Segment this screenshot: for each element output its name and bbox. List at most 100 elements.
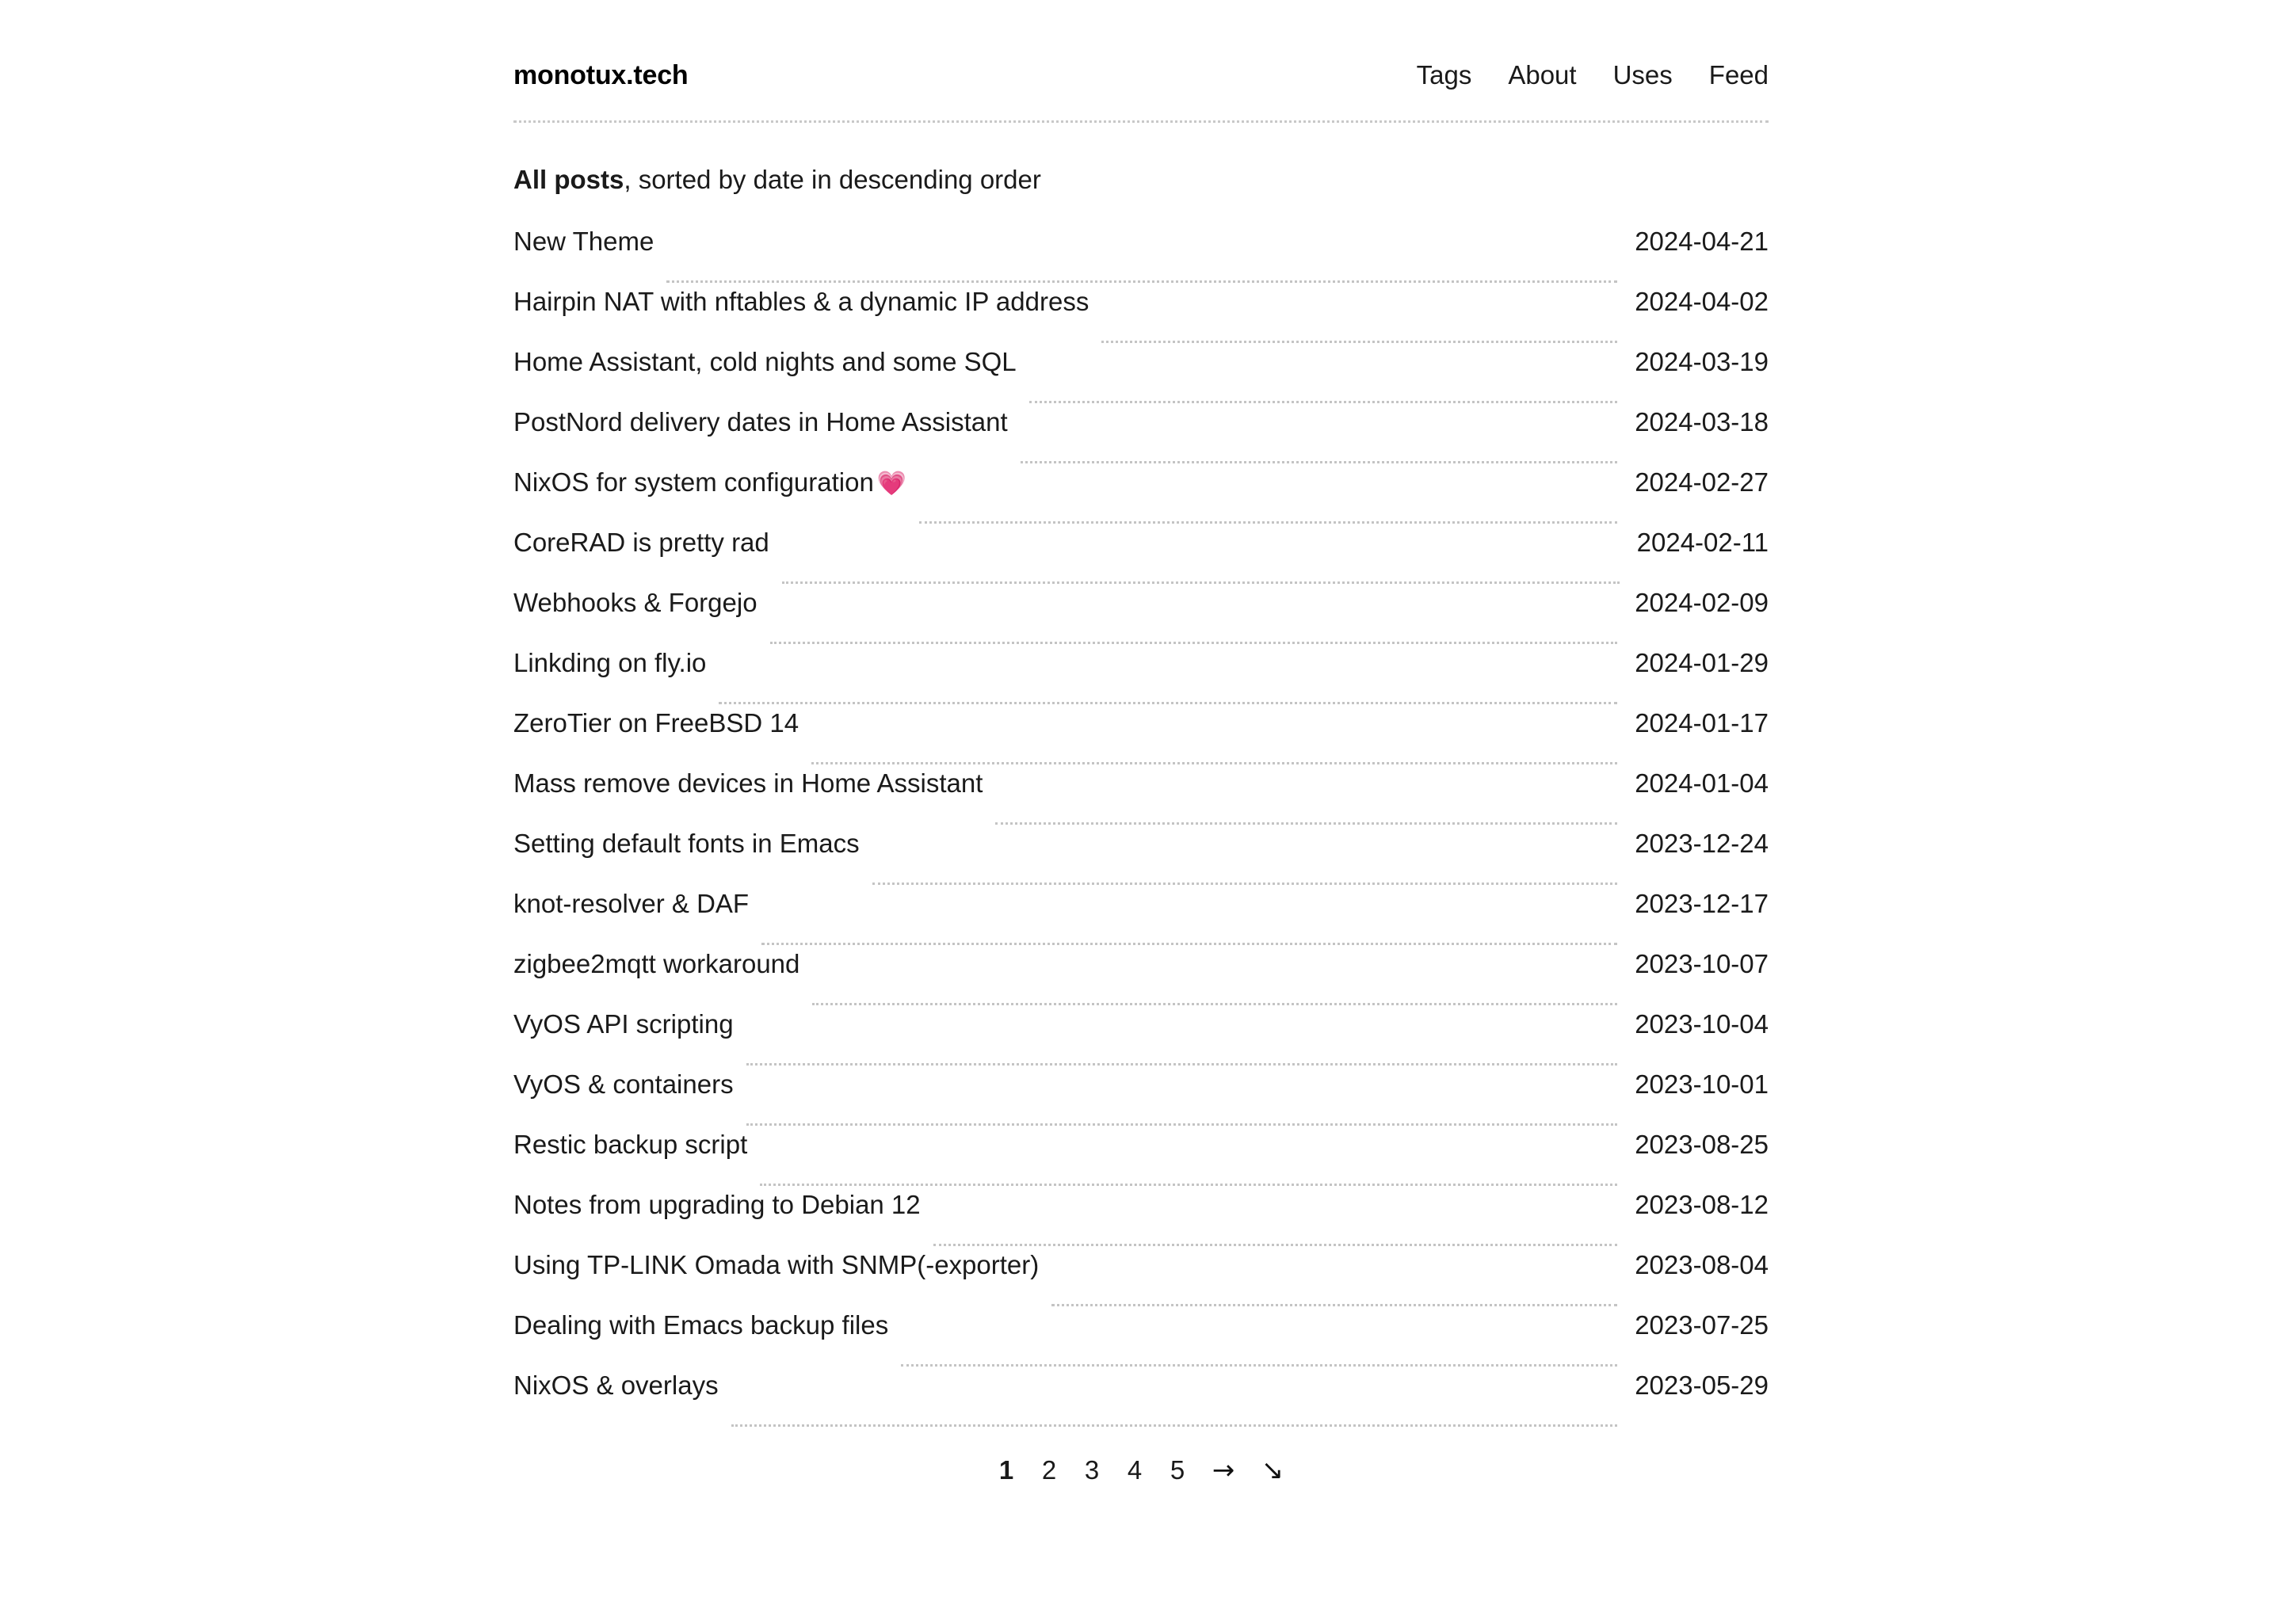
dotted-leader [746,1062,1618,1066]
post-date: 2024-01-29 [1635,648,1769,678]
dotted-leader [1020,460,1618,464]
post-title-link[interactable]: Webhooks & Forgejo [513,589,757,616]
post-list: New Theme 2024-04-21 Hairpin NAT with nfta… [513,228,1769,1432]
post-row: Linkding on fly.io 2024-01-29 [513,650,1769,710]
pagination-current-page[interactable]: 1 [998,1457,1015,1483]
post-title-link[interactable]: Dealing with Emacs backup files [513,1312,888,1338]
post-date: 2024-03-19 [1635,347,1769,377]
post-title-link[interactable]: NixOS for system configuration [513,469,874,495]
post-title-link[interactable]: Hairpin NAT with nftables & a dynamic IP… [513,288,1089,315]
post-date: 2023-08-04 [1635,1250,1769,1280]
nav-item-uses[interactable]: Uses [1613,62,1673,88]
post-title-link[interactable]: New Theme [513,228,654,254]
nav-item-feed[interactable]: Feed [1709,62,1769,88]
post-date: 2024-02-09 [1635,588,1769,618]
dotted-leader [666,280,1618,284]
dotted-leader [761,942,1618,946]
dotted-leader [731,1424,1618,1428]
post-title-link[interactable]: Setting default fonts in Emacs [513,830,860,856]
post-title-link[interactable]: NixOS & overlays [513,1372,719,1398]
site-header: monotux.tech Tags About Uses Feed [513,62,1769,123]
post-row: Restic backup script 2023-08-25 [513,1131,1769,1191]
post-date: 2023-10-07 [1635,949,1769,979]
post-date: 2024-02-11 [1636,528,1769,558]
dotted-leader [760,1183,1618,1187]
post-row: Notes from upgrading to Debian 12 2023-08… [513,1191,1769,1252]
dotted-leader [919,520,1618,524]
pagination-page-link[interactable]: 3 [1083,1457,1101,1483]
dotted-leader [811,761,1618,765]
post-row: zigbee2mqtt workaround 2023-10-07 [513,951,1769,1011]
post-title-link[interactable]: PostNord delivery dates in Home Assistan… [513,409,1008,435]
post-date: 2023-10-04 [1635,1009,1769,1039]
post-row: NixOS for system configuration 💗 2024-02-2… [513,469,1769,529]
post-list-description-rest: , sorted by date in descending order [624,165,1041,194]
post-row: ZeroTier on FreeBSD 14 2024-01-17 [513,710,1769,770]
pagination: 1 2 3 4 5 → ↘ [513,1457,1769,1484]
nav-item-about[interactable]: About [1508,62,1576,88]
post-row: VyOS API scripting 2023-10-04 [513,1011,1769,1071]
post-title-link[interactable]: Home Assistant, cold nights and some SQL [513,349,1017,375]
post-row: knot-resolver & DAF 2023-12-17 [513,890,1769,951]
post-title-link[interactable]: Notes from upgrading to Debian 12 [513,1191,921,1218]
post-date: 2024-04-02 [1635,287,1769,317]
post-title-link[interactable]: CoreRAD is pretty rad [513,529,769,555]
post-list-description: All posts, sorted by date in descending … [513,163,1769,196]
post-row: New Theme 2024-04-21 [513,228,1769,288]
post-row: Dealing with Emacs backup files 2023-07-2… [513,1312,1769,1372]
dotted-leader [872,882,1618,886]
pagination-page-link[interactable]: 5 [1169,1457,1186,1483]
page-container: monotux.tech Tags About Uses Feed All po… [513,0,1769,1484]
post-date: 2024-04-21 [1635,227,1769,257]
post-date: 2023-07-25 [1635,1310,1769,1340]
dotted-leader [719,701,1618,705]
post-row: CoreRAD is pretty rad 2024-02-11 [513,529,1769,589]
post-date: 2024-01-04 [1635,768,1769,799]
post-title-link[interactable]: Restic backup script [513,1131,747,1157]
post-row: Using TP-LINK Omada with SNMP(-exporter)… [513,1252,1769,1312]
pagination-page-link[interactable]: 4 [1126,1457,1143,1483]
post-date: 2023-08-12 [1635,1190,1769,1220]
post-date: 2023-10-01 [1635,1069,1769,1100]
post-row: Home Assistant, cold nights and some SQL… [513,349,1769,409]
next-page-arrow-icon[interactable]: → [1212,1457,1235,1484]
post-title-link[interactable]: Linkding on fly.io [513,650,706,676]
post-date: 2023-12-17 [1635,889,1769,919]
post-date: 2023-05-29 [1635,1370,1769,1401]
dotted-leader [933,1243,1618,1247]
post-title-link[interactable]: VyOS & containers [513,1071,734,1097]
post-row: Mass remove devices in Home Assistant 202… [513,770,1769,830]
dotted-leader [781,581,1620,585]
post-title-link[interactable]: VyOS API scripting [513,1011,734,1037]
nav-item-tags[interactable]: Tags [1417,62,1472,88]
dotted-leader [901,1363,1618,1367]
post-title-link[interactable]: zigbee2mqtt workaround [513,951,799,977]
post-title-link[interactable]: Mass remove devices in Home Assistant [513,770,983,796]
site-logo[interactable]: monotux.tech [513,62,689,89]
dotted-leader [812,1002,1618,1006]
heart-icon: 💗 [876,470,907,498]
post-row: Setting default fonts in Emacs 2023-12-24 [513,830,1769,890]
dotted-leader [1051,1303,1618,1307]
last-page-arrow-icon[interactable]: ↘ [1261,1457,1284,1484]
dotted-leader [769,641,1618,645]
post-date: 2024-03-18 [1635,407,1769,437]
dotted-leader [995,822,1618,825]
post-title-link[interactable]: knot-resolver & DAF [513,890,749,917]
post-row: VyOS & containers 2023-10-01 [513,1071,1769,1131]
post-date: 2023-08-25 [1635,1130,1769,1160]
post-title-link[interactable]: ZeroTier on FreeBSD 14 [513,710,799,736]
post-row: NixOS & overlays 2023-05-29 [513,1372,1769,1432]
pagination-page-link[interactable]: 2 [1040,1457,1058,1483]
dotted-leader [1101,340,1618,344]
dotted-leader [746,1123,1618,1127]
post-date: 2023-12-24 [1635,829,1769,859]
post-list-description-strong: All posts [513,165,624,194]
primary-nav: Tags About Uses Feed [1417,62,1769,88]
post-row: Hairpin NAT with nftables & a dynamic IP… [513,288,1769,349]
post-row: PostNord delivery dates in Home Assistan… [513,409,1769,469]
post-title-link[interactable]: Using TP-LINK Omada with SNMP(-exporter) [513,1252,1039,1278]
post-row: Webhooks & Forgejo 2024-02-09 [513,589,1769,650]
post-date: 2024-02-27 [1635,467,1769,497]
dotted-leader [1028,400,1618,404]
